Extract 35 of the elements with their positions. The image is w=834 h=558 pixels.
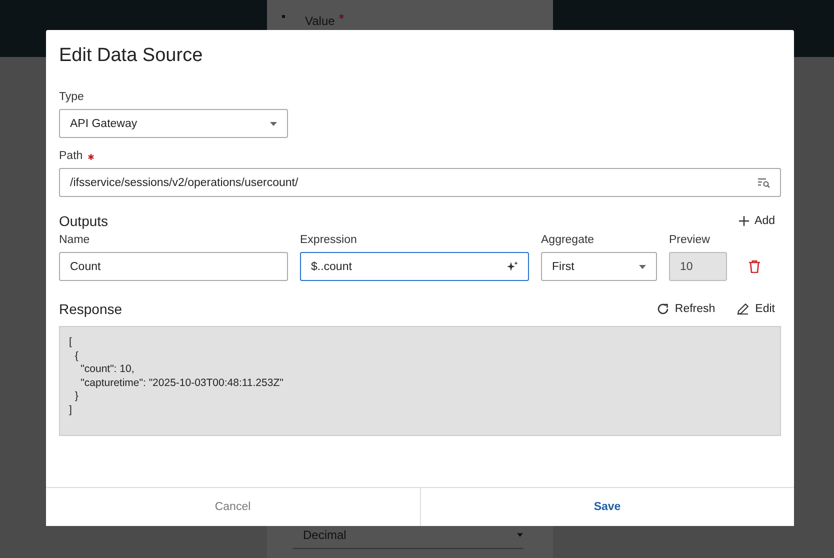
code-line: [: [69, 336, 72, 350]
code-line: "count": 10,: [80, 363, 134, 376]
field-label: Value: [305, 14, 335, 28]
section-title: Outputs: [59, 213, 108, 229]
name-field[interactable]: Count: [59, 252, 288, 281]
list-search-icon: [758, 178, 770, 188]
code-line: }: [74, 390, 78, 404]
dialog-title: Edit Data Source: [59, 45, 204, 67]
caret-icon: [517, 533, 523, 537]
aggregate-dropdown[interactable]: First: [541, 252, 657, 281]
code-line: "capturetime": "2025-10-03T00:48:11.253Z": [80, 376, 284, 390]
expression-field[interactable]: $..count: [300, 252, 529, 281]
refresh-icon: [656, 303, 669, 315]
refresh-button[interactable]: Refresh: [650, 303, 722, 315]
field-label: Path: [59, 150, 84, 162]
code-line: ]: [69, 404, 72, 417]
caret-icon: [639, 264, 646, 268]
add-button[interactable]: Add: [732, 215, 781, 227]
type-dropdown[interactable]: API Gateway: [59, 109, 288, 138]
path-field[interactable]: /ifsservice/sessions/v2/operations/usercount/: [59, 168, 781, 197]
section-title: Response: [59, 301, 122, 317]
column-header: Name: [59, 234, 91, 246]
save-button[interactable]: Save: [420, 488, 794, 526]
caret-icon: [270, 122, 277, 126]
sparkle-icon: [507, 261, 518, 272]
column-header: Preview: [669, 234, 711, 246]
plus-icon: [738, 216, 749, 226]
preview-field: 10: [669, 252, 727, 281]
pencil-icon: [737, 303, 750, 315]
field-label: Type: [59, 91, 85, 103]
code-line: {: [74, 350, 78, 363]
column-header: Expression: [300, 234, 358, 246]
edit-button[interactable]: Edit: [731, 303, 781, 315]
column-header: Aggregate: [541, 234, 596, 246]
trash-icon[interactable]: [748, 260, 760, 273]
